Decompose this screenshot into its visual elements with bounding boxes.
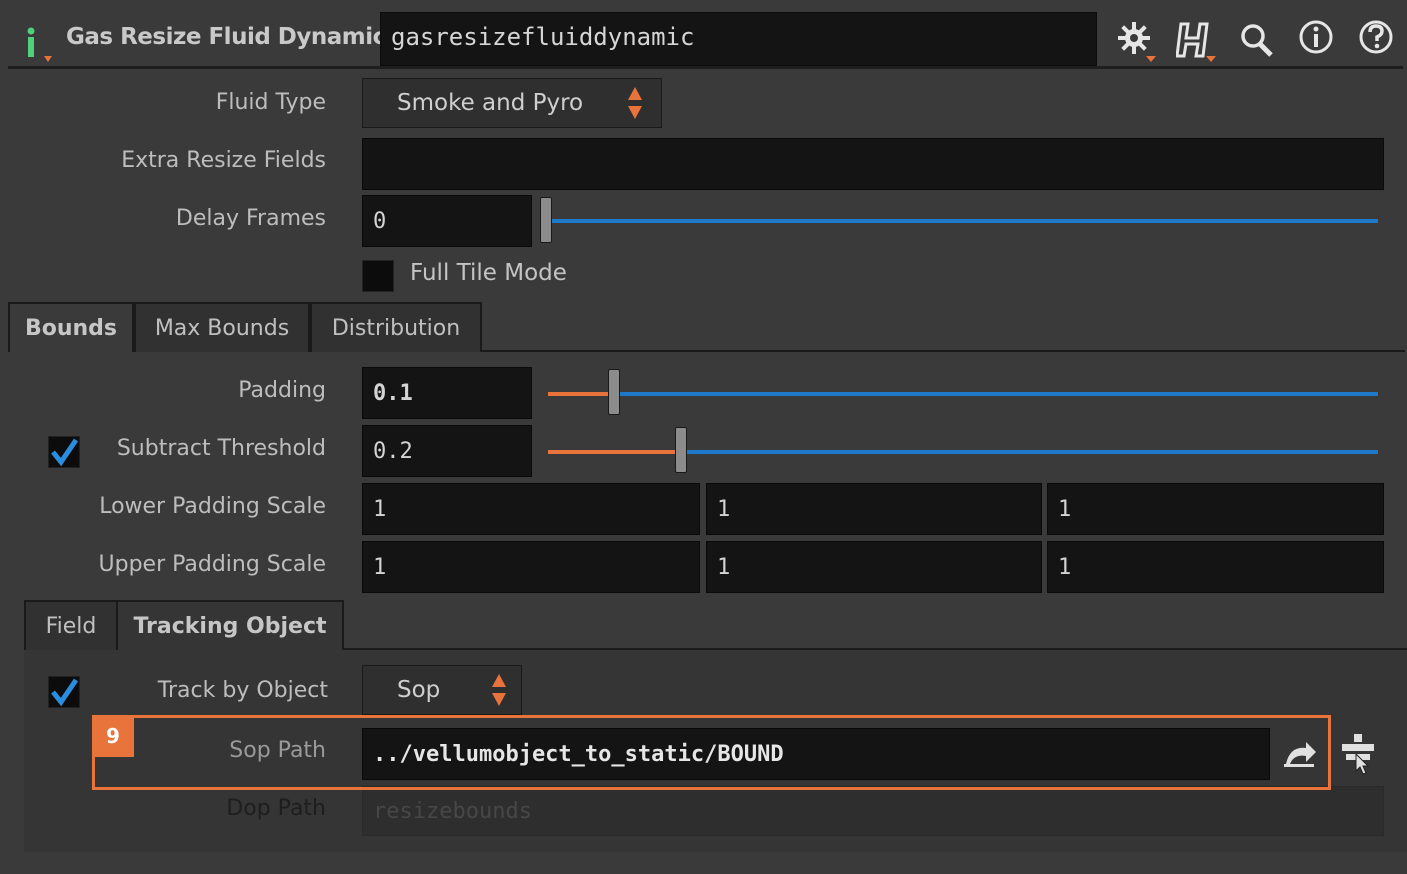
fluid-type-menu[interactable]: Smoke and Pyro <box>362 78 662 128</box>
fluid-type-label: Fluid Type <box>215 90 326 115</box>
delay-frames-slider-handle[interactable] <box>540 197 552 243</box>
node-name-field[interactable]: gasresizefluiddynamic <box>380 12 1097 66</box>
lower-padding-scale-label: Lower Padding Scale <box>99 494 326 519</box>
upper-padding-scale-y[interactable]: 1 <box>706 541 1042 593</box>
fluid-type-value: Smoke and Pyro <box>397 90 584 116</box>
padding-slider[interactable] <box>620 392 1378 396</box>
full-tile-mode-checkbox[interactable] <box>362 260 394 292</box>
help-icon[interactable] <box>1358 18 1398 62</box>
upper-padding-scale-x[interactable]: 1 <box>362 541 700 593</box>
subtract-threshold-slider[interactable] <box>686 450 1378 454</box>
tab-field[interactable]: Field <box>24 600 118 650</box>
search-icon[interactable] <box>1238 18 1278 62</box>
lower-padding-scale-x[interactable]: 1 <box>362 483 700 535</box>
tab-tracking-object[interactable]: Tracking Object <box>116 600 344 650</box>
annotation-badge: 9 <box>92 715 134 757</box>
track-by-object-menu[interactable]: Sop <box>362 665 522 715</box>
subtract-threshold-label: Subtract Threshold <box>116 436 326 461</box>
padding-slider-handle[interactable] <box>608 369 621 415</box>
upper-padding-scale-label: Upper Padding Scale <box>98 552 327 577</box>
dop-path-placeholder: resizebounds <box>373 798 532 824</box>
delay-frames-label: Delay Frames <box>175 206 326 231</box>
padding-slider-fill <box>548 392 615 396</box>
extra-resize-fields-input[interactable] <box>362 138 1384 190</box>
full-tile-mode-label: Full Tile Mode <box>410 260 567 286</box>
info-icon[interactable] <box>1298 18 1338 62</box>
menu-updown-icon <box>489 670 509 716</box>
tab-bounds[interactable]: Bounds <box>8 302 134 352</box>
track-by-object-label: Track by Object <box>157 678 328 703</box>
node-type-title: Gas Resize Fluid Dynamic <box>66 24 386 50</box>
padding-input[interactable]: 0.1 <box>362 367 532 419</box>
track-by-object-value: Sop <box>397 677 441 703</box>
tab-max-bounds[interactable]: Max Bounds <box>134 302 310 352</box>
padding-label: Padding <box>238 378 326 403</box>
tab-distribution[interactable]: Distribution <box>310 302 482 352</box>
header-divider <box>8 66 1403 69</box>
upper-padding-scale-z[interactable]: 1 <box>1047 541 1384 593</box>
lower-padding-scale-z[interactable]: 1 <box>1047 483 1384 535</box>
subtract-threshold-input[interactable]: 0.2 <box>362 425 532 477</box>
sop-path-highlight <box>92 715 1331 790</box>
subtract-threshold-slider-handle[interactable] <box>674 427 687 473</box>
subtract-threshold-slider-fill <box>548 450 681 454</box>
delay-frames-input[interactable]: 0 <box>362 195 532 247</box>
houdini-help-icon[interactable] <box>1175 18 1216 62</box>
extra-resize-fields-label: Extra Resize Fields <box>121 148 326 173</box>
node-type-icon[interactable] <box>24 26 52 62</box>
dop-path-label: Dop Path <box>226 796 326 821</box>
menu-updown-icon <box>625 83 645 129</box>
operator-chooser-icon[interactable] <box>1338 732 1378 780</box>
lower-padding-scale-y[interactable]: 1 <box>706 483 1042 535</box>
delay-frames-slider[interactable] <box>548 219 1378 223</box>
dop-path-input[interactable]: resizebounds <box>362 786 1384 836</box>
gear-icon[interactable] <box>1116 18 1156 62</box>
